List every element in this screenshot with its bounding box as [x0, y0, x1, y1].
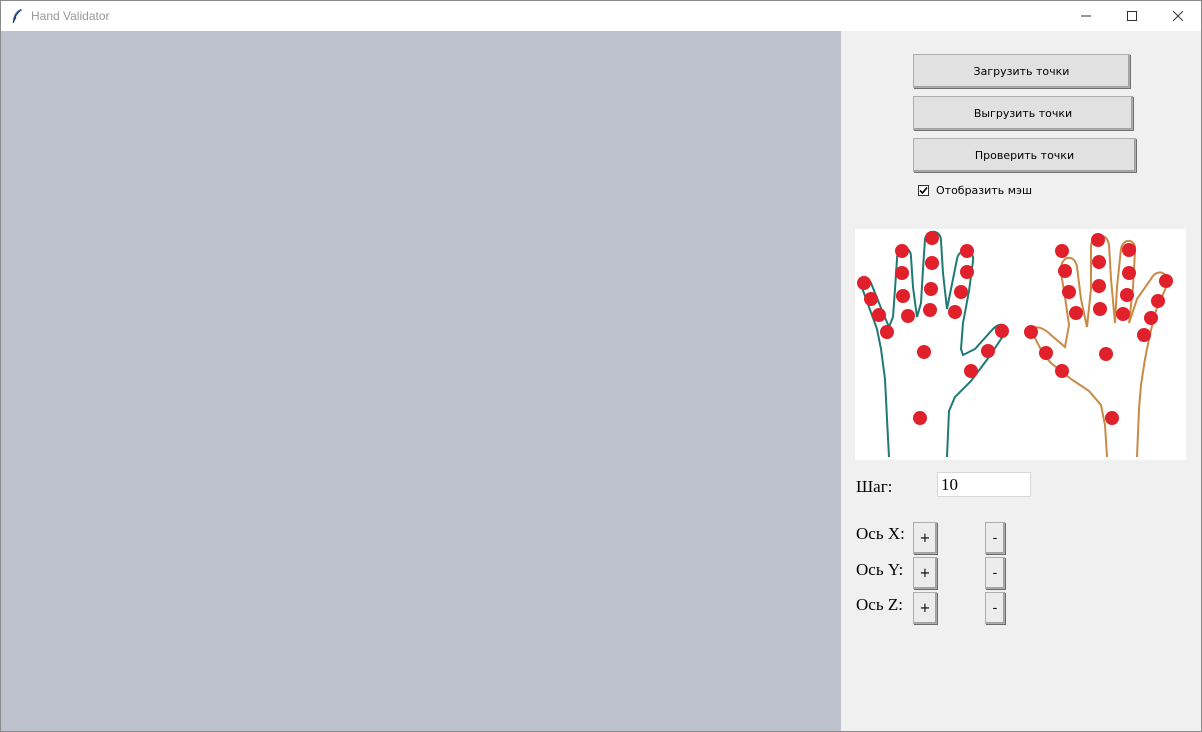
close-button[interactable] — [1155, 1, 1201, 31]
axis-z-minus-button[interactable]: - — [985, 592, 1005, 624]
app-window: Hand Validator Загрузить точки Выгрузить… — [0, 0, 1202, 732]
axis-z-label: Ось Z: — [856, 595, 903, 614]
window-title: Hand Validator — [31, 9, 110, 23]
hand-keypoints-image — [855, 229, 1186, 460]
show-mesh-label: Отобразить мэш — [936, 184, 1033, 197]
show-mesh-checkbox[interactable] — [918, 185, 929, 196]
maximize-icon — [1127, 11, 1137, 21]
minimize-icon — [1081, 15, 1091, 17]
minimize-button[interactable] — [1063, 1, 1109, 31]
maximize-button[interactable] — [1109, 1, 1155, 31]
axis-x-label: Ось X: — [856, 524, 905, 543]
axis-x-minus-button[interactable]: - — [985, 522, 1005, 554]
axis-y-plus-button[interactable]: + — [913, 557, 937, 589]
3d-viewport[interactable] — [1, 31, 841, 731]
left-hand-keypoints — [857, 231, 1009, 425]
title-bar[interactable]: Hand Validator — [1, 1, 1201, 31]
close-icon — [1173, 11, 1183, 21]
axis-z-plus-button[interactable]: + — [913, 592, 937, 624]
feather-icon — [12, 9, 22, 24]
checkmark-icon — [919, 186, 928, 195]
hand-outline-illustration — [857, 230, 1173, 458]
axis-y-label: Ось Y: — [856, 560, 904, 579]
export-points-button[interactable]: Выгрузить точки — [913, 96, 1133, 130]
show-mesh-toggle[interactable]: Отобразить мэш — [918, 184, 1032, 197]
axis-x-plus-button[interactable]: + — [913, 522, 937, 554]
step-label: Шаг: — [856, 477, 893, 496]
step-input[interactable]: 10 — [937, 472, 1031, 497]
axis-y-minus-button[interactable]: - — [985, 557, 1005, 589]
load-points-button[interactable]: Загрузить точки — [913, 54, 1130, 88]
check-points-button[interactable]: Проверить точки — [913, 138, 1136, 172]
